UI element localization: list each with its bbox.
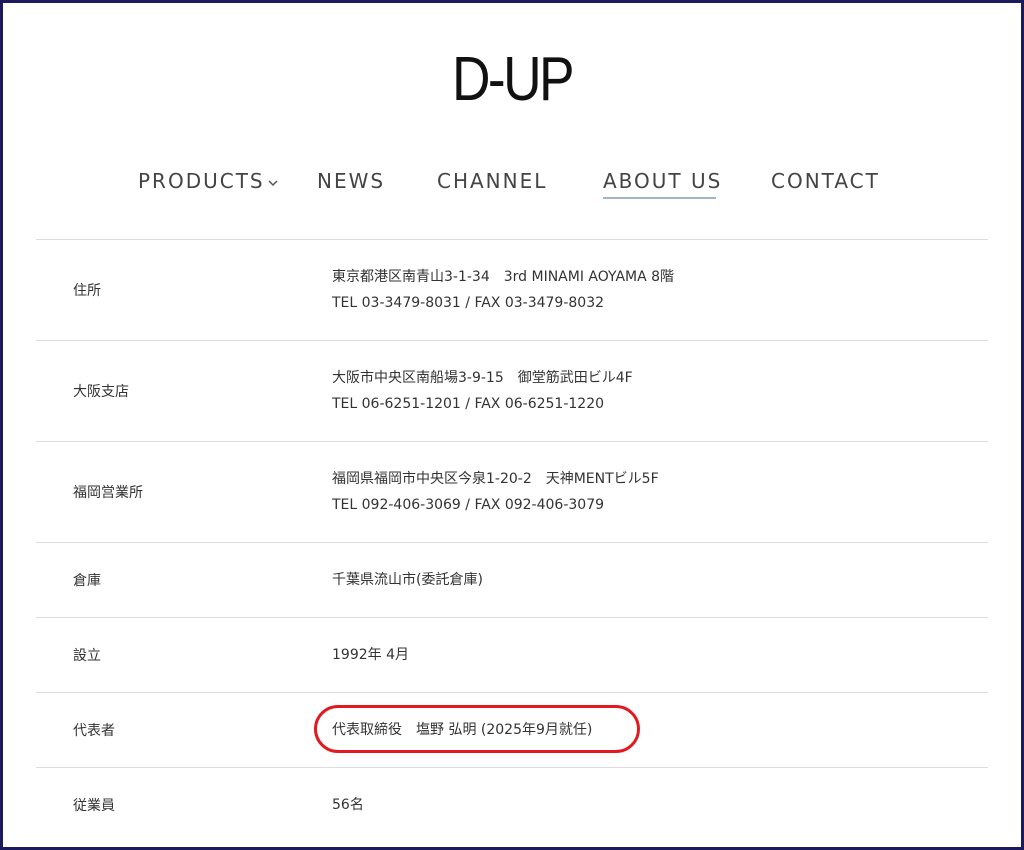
row-value: 千葉県流山市(委託倉庫) [332, 543, 483, 617]
nav-item-contact[interactable]: CONTACT [771, 168, 880, 194]
row-label: 設立 [73, 648, 101, 664]
value-line: 56名 [332, 797, 364, 813]
address-line: 福岡県福岡市中央区今泉1-20-2 天神MENTビル5F [332, 471, 659, 487]
info-row-address: 住所 東京都港区南青山3-1-34 3rd MINAMI AOYAMA 8階 T… [36, 239, 988, 340]
row-label: 大阪支店 [73, 384, 129, 400]
chevron-down-icon [268, 179, 278, 186]
nav-item-channel[interactable]: CHANNEL [437, 168, 547, 194]
info-row-warehouse: 倉庫 千葉県流山市(委託倉庫) [36, 542, 988, 617]
row-value: 1992年 4月 [332, 618, 409, 692]
row-label: 倉庫 [73, 573, 101, 589]
row-value: 大阪市中央区南船場3-9-15 御堂筋武田ビル4F TEL 06-6251-12… [332, 341, 633, 441]
nav-item-label: CHANNEL [437, 169, 548, 193]
row-label: 従業員 [73, 798, 115, 814]
value-line: 1992年 4月 [332, 647, 409, 663]
nav-item-label: NEWS [317, 169, 386, 193]
row-value: 56名 [332, 768, 364, 842]
phone-fax-line: TEL 03-3479-8031 / FAX 03-3479-8032 [332, 295, 605, 311]
info-row-employees: 従業員 56名 [36, 767, 988, 842]
nav-item-label: PRODUCTS [138, 169, 265, 193]
value-line: 千葉県流山市(委託倉庫) [332, 572, 483, 588]
row-label: 住所 [73, 283, 101, 299]
info-row-osaka-branch: 大阪支店 大阪市中央区南船場3-9-15 御堂筋武田ビル4F TEL 06-62… [36, 340, 988, 441]
phone-fax-line: TEL 06-6251-1201 / FAX 06-6251-1220 [332, 396, 605, 412]
brand-logo[interactable]: D-UP [74, 47, 949, 113]
info-row-representative: 代表者 代表取締役 塩野 弘明 (2025年9月就任) [36, 692, 988, 767]
value-line: 代表取締役 塩野 弘明 (2025年9月就任) [332, 722, 593, 738]
nav-item-news[interactable]: NEWS [317, 168, 385, 194]
phone-fax-line: TEL 092-406-3069 / FAX 092-406-3079 [332, 497, 605, 513]
nav-item-about-us[interactable]: ABOUT US [603, 168, 722, 194]
row-label: 代表者 [73, 723, 115, 739]
address-line: 大阪市中央区南船場3-9-15 御堂筋武田ビル4F [332, 370, 633, 386]
active-nav-underline [603, 197, 716, 199]
info-row-established: 設立 1992年 4月 [36, 617, 988, 692]
row-value: 東京都港区南青山3-1-34 3rd MINAMI AOYAMA 8階 TEL … [332, 240, 674, 340]
nav-item-products[interactable]: PRODUCTS [138, 168, 279, 194]
nav-item-label: ABOUT US [603, 169, 723, 193]
page-frame: D-UP PRODUCTS NEWS CHANNEL ABOUT US CONT… [0, 0, 1024, 850]
row-value: 福岡県福岡市中央区今泉1-20-2 天神MENTビル5F TEL 092-406… [332, 442, 659, 542]
row-label: 福岡営業所 [73, 485, 143, 501]
row-value: 代表取締役 塩野 弘明 (2025年9月就任) [332, 693, 592, 767]
address-line: 東京都港区南青山3-1-34 3rd MINAMI AOYAMA 8階 [332, 269, 675, 285]
info-row-fukuoka-office: 福岡営業所 福岡県福岡市中央区今泉1-20-2 天神MENTビル5F TEL 0… [36, 441, 988, 542]
company-info-table: 住所 東京都港区南青山3-1-34 3rd MINAMI AOYAMA 8階 T… [36, 239, 988, 842]
main-nav: PRODUCTS NEWS CHANNEL ABOUT US CONTACT [3, 168, 1021, 208]
nav-item-label: CONTACT [771, 169, 880, 193]
